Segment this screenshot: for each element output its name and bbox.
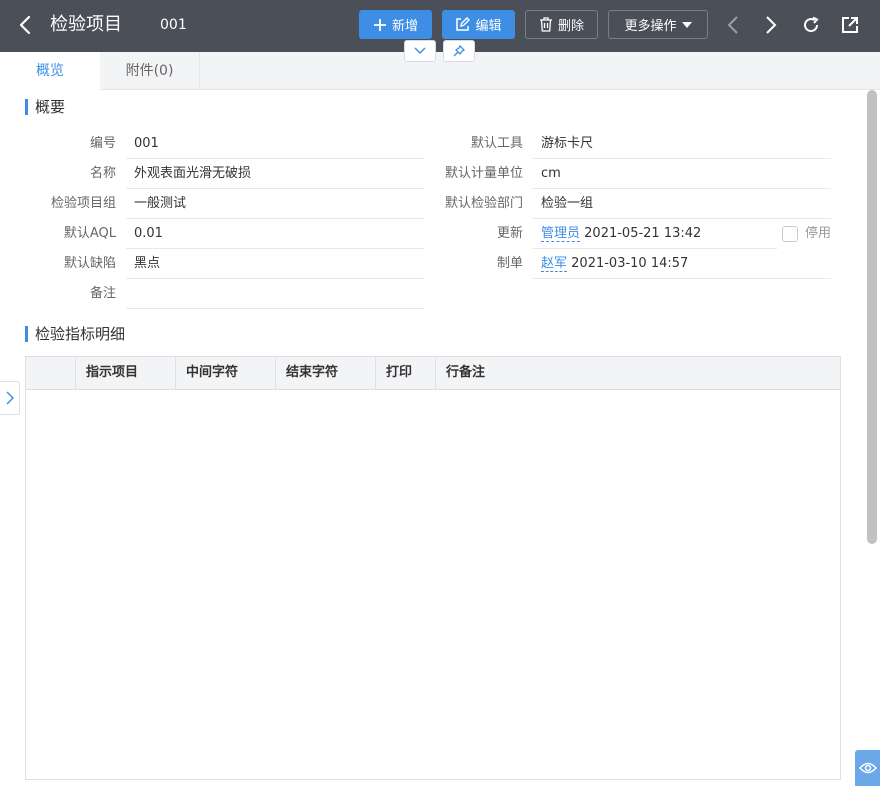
updated-by-user-link[interactable]: 管理员 — [541, 226, 581, 242]
chevron-down-icon — [414, 47, 426, 55]
eye-icon — [858, 762, 877, 774]
field-label-remark: 备注 — [89, 286, 116, 301]
vertical-scrollbar[interactable] — [867, 90, 877, 544]
tab-bar: 概览 附件(0) — [0, 52, 880, 91]
more-actions-button[interactable]: 更多操作 — [608, 10, 708, 39]
detail-section-title: 检验指标明细 — [25, 324, 125, 344]
updated-time: 2021-05-21 13:42 — [584, 226, 702, 241]
edit-icon — [456, 17, 471, 31]
collapse-toggle-button[interactable] — [404, 40, 436, 62]
field-label-updated: 更新 — [496, 226, 523, 241]
delete-button[interactable]: 删除 — [525, 10, 598, 39]
field-label-code: 编号 — [89, 136, 116, 151]
created-time: 2021-03-10 14:57 — [571, 256, 689, 271]
column-header-print[interactable]: 打印 — [375, 357, 435, 389]
field-value-defect: 黑点 — [126, 249, 424, 279]
detail-table: 指示项目 中间字符 结束字符 打印 行备注 — [25, 356, 841, 780]
preview-button[interactable] — [855, 750, 880, 786]
pin-icon — [453, 45, 465, 57]
delete-button-label: 删除 — [557, 19, 584, 34]
field-value-aql: 0.01 — [126, 219, 424, 249]
pin-button[interactable] — [443, 40, 475, 62]
field-value-remark — [126, 279, 424, 309]
column-header-end-char[interactable]: 结束字符 — [275, 357, 375, 389]
next-record-icon[interactable] — [760, 14, 782, 36]
edit-button[interactable]: 编辑 — [442, 10, 515, 39]
add-button[interactable]: 新增 — [359, 10, 432, 39]
disable-checkbox-label: 停用 — [805, 226, 832, 241]
created-by-user-link[interactable]: 赵军 — [541, 256, 568, 272]
field-label-department: 默认检验部门 — [444, 196, 523, 211]
field-value-name: 外观表面光滑无破损 — [126, 159, 424, 189]
page-title: 检验项目 — [50, 14, 122, 35]
field-label-group: 检验项目组 — [50, 196, 116, 211]
column-header-row-remark[interactable]: 行备注 — [435, 357, 840, 389]
open-external-icon[interactable] — [839, 14, 861, 36]
field-value-tool: 游标卡尺 — [533, 129, 831, 159]
back-icon[interactable] — [16, 14, 36, 36]
field-label-name: 名称 — [89, 166, 116, 181]
refresh-icon[interactable] — [800, 14, 822, 36]
detail-table-header: 指示项目 中间字符 结束字符 打印 行备注 — [26, 357, 840, 390]
top-header: 检验项目 001 新增 编辑 删除 更多操作 — [0, 0, 880, 52]
more-actions-label: 更多操作 — [624, 19, 677, 34]
column-header-middle-char[interactable]: 中间字符 — [175, 357, 275, 389]
edit-button-label: 编辑 — [475, 19, 502, 34]
field-label-unit: 默认计量单位 — [444, 166, 523, 181]
field-value-updated: 管理员 2021-05-21 13:42 — [533, 219, 777, 249]
field-value-group: 一般测试 — [126, 189, 424, 219]
field-label-created: 制单 — [496, 256, 523, 271]
chevron-right-icon — [5, 391, 14, 405]
tab-attachments[interactable]: 附件(0) — [100, 52, 200, 90]
plus-icon — [373, 18, 386, 31]
summary-section-title: 概要 — [25, 97, 65, 117]
disable-checkbox[interactable] — [782, 226, 798, 242]
field-value-code: 001 — [126, 129, 424, 159]
field-value-department: 检验一组 — [533, 189, 831, 219]
field-label-aql: 默认AQL — [63, 226, 116, 241]
caret-down-icon — [681, 21, 692, 28]
side-panel-expand-button[interactable] — [0, 381, 20, 415]
field-value-created: 赵军 2021-03-10 14:57 — [533, 249, 831, 279]
column-header-indicator[interactable]: 指示项目 — [75, 357, 175, 389]
tab-overview[interactable]: 概览 — [0, 52, 100, 91]
trash-icon — [539, 17, 552, 32]
field-label-tool: 默认工具 — [470, 136, 523, 151]
field-label-defect: 默认缺陷 — [63, 256, 116, 271]
add-button-label: 新增 — [391, 19, 418, 34]
prev-record-icon[interactable] — [722, 14, 744, 36]
record-code: 001 — [160, 17, 187, 33]
field-value-unit: cm — [533, 159, 831, 189]
